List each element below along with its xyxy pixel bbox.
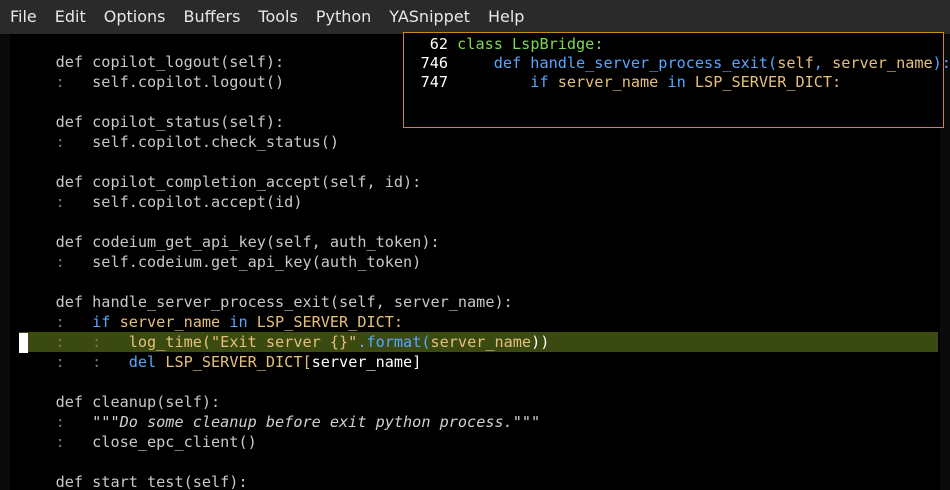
code-line: : self.copilot.check_status() (19, 132, 938, 152)
code-line: def codeium_get_api_key(self, auth_token… (19, 232, 938, 252)
code-token: LSP_SERVER_DICT[ (165, 353, 312, 371)
code-token: LspBridge: (512, 35, 604, 53)
indent-guide: : (55, 413, 93, 431)
code-token: ): (932, 54, 950, 72)
code-token: handle_server_process_exit( (530, 54, 778, 72)
code-token: in (229, 313, 257, 331)
indent-guide: : : (55, 353, 129, 371)
line-number: 746 (420, 54, 448, 72)
code-token: LSP_SERVER_DICT: (694, 73, 842, 91)
indent-guide: : (55, 73, 93, 91)
code-token: )) (531, 333, 550, 351)
lsp-context-popup: 62 class LspBridge: 746 def handle_server… (403, 32, 950, 128)
code-token: def copilot_status(self): (55, 113, 285, 131)
code-token: server_name (430, 333, 532, 351)
code-token: ] (412, 353, 422, 371)
menu-python[interactable]: Python (307, 0, 380, 34)
line-number: 62 (429, 35, 448, 53)
code-token: log_time( (128, 333, 212, 351)
code-line: : self.copilot.accept(id) (19, 192, 938, 212)
menu-edit[interactable]: Edit (46, 0, 95, 34)
code-token: self.codeium.get_api_key(auth_token) (92, 253, 422, 271)
menu-bar: File Edit Options Buffers Tools Python Y… (0, 0, 950, 34)
left-fringe (0, 34, 10, 490)
indent-guide: : (55, 433, 93, 451)
code-token: del (128, 353, 166, 371)
code-line: : if server_name in LSP_SERVER_DICT: (19, 312, 938, 332)
code-token: .format( (357, 333, 431, 351)
popup-context-line: 746 def handle_server_process_exit(self,… (404, 53, 950, 73)
menu-tools[interactable]: Tools (249, 0, 306, 34)
code-token: self.copilot.logout() (92, 73, 285, 91)
code-token: self.copilot.accept(id) (92, 193, 303, 211)
code-token: def cleanup(self): (55, 393, 221, 411)
code-token: server_name (832, 54, 933, 72)
code-token: if (92, 313, 120, 331)
code-line: : """Do some cleanup before exit python … (19, 412, 938, 432)
code-line: def cleanup(self): (19, 392, 938, 412)
code-token: , (813, 54, 833, 72)
code-token: def start_test(self): (55, 473, 248, 490)
menu-help[interactable]: Help (479, 0, 533, 34)
indent-guide: : (55, 313, 93, 331)
code-token: in (667, 73, 695, 91)
code-token: server_name (557, 73, 668, 91)
code-token: def handle_server_process_exit(self, ser… (55, 293, 513, 311)
code-line: : self.codeium.get_api_key(auth_token) (19, 252, 938, 272)
code-token: def (493, 54, 531, 72)
code-line: : : del LSP_SERVER_DICT[server_name] (19, 352, 938, 372)
code-token: server_name (311, 353, 413, 371)
indent-guide: : (55, 133, 93, 151)
popup-context-line: 747 if server_name in LSP_SERVER_DICT: (404, 72, 944, 92)
code-token: self (777, 54, 814, 72)
code-line: def handle_server_process_exit(self, ser… (19, 292, 938, 312)
code-token: self.copilot.check_status() (92, 133, 340, 151)
menu-options[interactable]: Options (95, 0, 175, 34)
code-token: LSP_SERVER_DICT: (256, 313, 404, 331)
code-token: def codeium_get_api_key(self, auth_token… (55, 233, 440, 251)
code-token: def copilot_completion_accept(self, id): (55, 173, 422, 191)
current-code-line: : : log_time("Exit server {}".format(ser… (19, 332, 938, 352)
indent-guide: : (55, 253, 93, 271)
code-token: server_name (119, 313, 230, 331)
indent-guide: : (55, 193, 93, 211)
code-token: """Do some cleanup before exit python pr… (92, 413, 541, 431)
line-number: 747 (420, 73, 448, 91)
code-line: def start_test(self): (19, 472, 938, 490)
code-token: close_epc_client() (92, 433, 257, 451)
menu-yasnippet[interactable]: YASnippet (380, 0, 479, 34)
code-token: if (530, 73, 558, 91)
code-token: class (457, 35, 513, 53)
menu-buffers[interactable]: Buffers (175, 0, 250, 34)
code-line: : close_epc_client() (19, 432, 938, 452)
menu-file[interactable]: File (0, 0, 46, 34)
code-token: def copilot_logout(self): (55, 53, 285, 71)
code-line: def copilot_completion_accept(self, id): (19, 172, 938, 192)
popup-context-line: 62 class LspBridge: (404, 34, 944, 54)
text-cursor (19, 333, 28, 353)
indent-guide: : : (55, 333, 129, 351)
code-token: "Exit server {}" (211, 333, 358, 351)
